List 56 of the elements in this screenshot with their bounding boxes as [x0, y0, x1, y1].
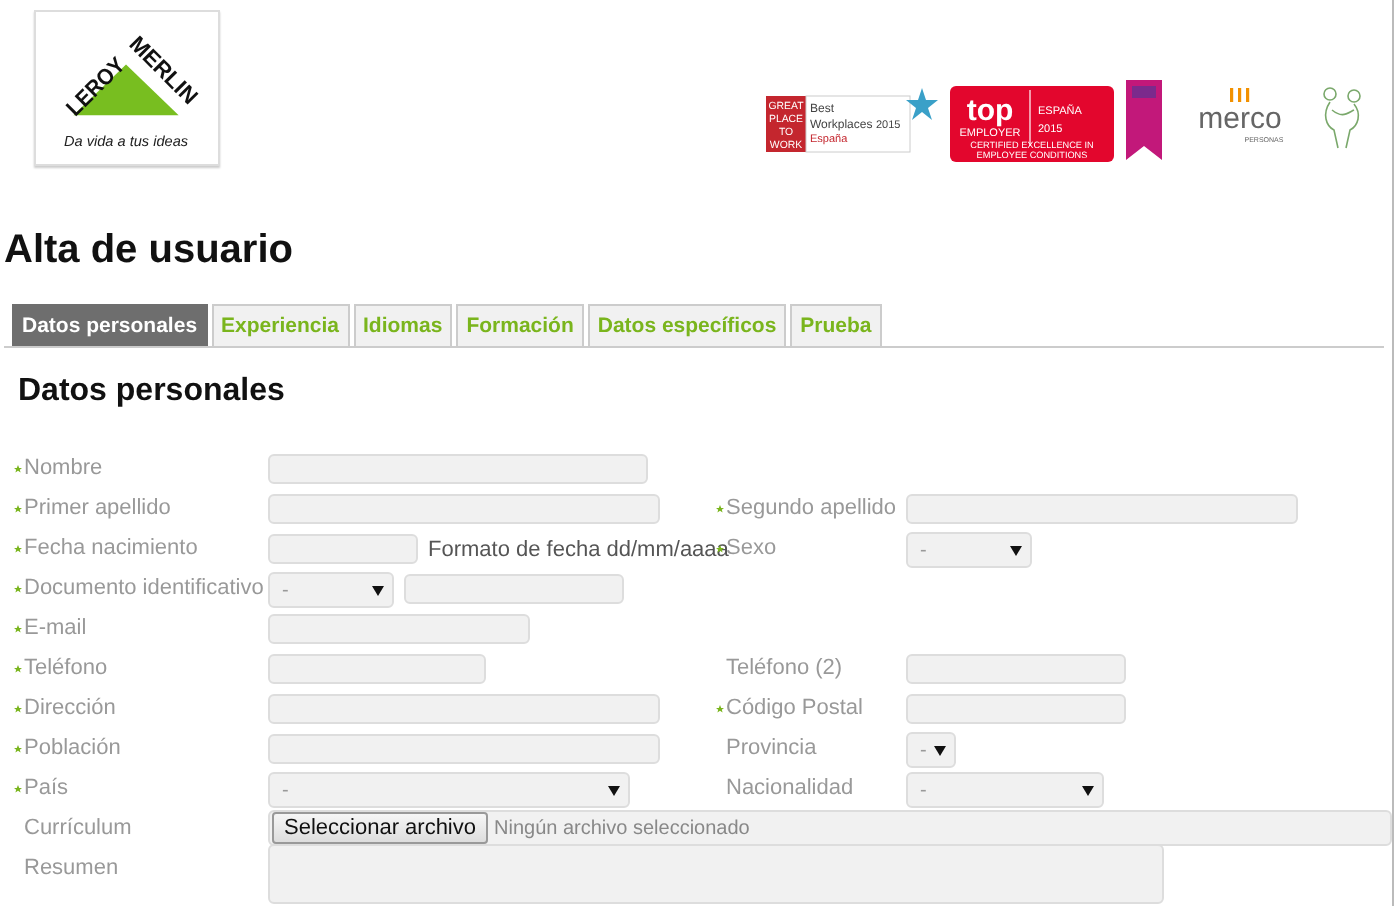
merco-name: merco — [1198, 102, 1282, 136]
field-label: Segundo apellido — [726, 496, 897, 520]
tab[interactable]: Idiomas — [353, 304, 453, 346]
field-label: Teléfono (2) — [726, 656, 843, 680]
caret-icon — [372, 584, 384, 596]
caret-icon — [1010, 544, 1022, 556]
date-format-hint: Formato de fecha dd/mm/aaaa — [428, 536, 729, 562]
field-label: Currículum — [24, 816, 132, 840]
caret-icon — [1082, 784, 1094, 796]
dropdown[interactable]: - — [268, 772, 630, 808]
caret-icon — [934, 744, 946, 756]
file-status: Ningún archivo seleccionado — [494, 817, 752, 839]
dropdown[interactable]: - — [906, 772, 1104, 808]
field-label: Documento identificativo — [24, 576, 264, 600]
tab[interactable]: Prueba — [790, 304, 882, 346]
ribbon-icon — [1126, 80, 1162, 160]
field-label: Resumen — [24, 856, 119, 880]
text-field[interactable] — [906, 694, 1126, 724]
field-label: Provincia — [726, 736, 817, 760]
section-title: Datos personales — [18, 374, 285, 410]
hug-figure-icon — [1318, 86, 1366, 150]
caret-icon — [608, 784, 620, 796]
dropdown[interactable]: - — [906, 732, 956, 768]
page-title: Alta de usuario — [4, 228, 293, 274]
field-label: Población — [24, 736, 121, 760]
text-field[interactable] — [906, 494, 1298, 524]
field-label: Nombre — [24, 456, 103, 480]
field-label: Teléfono — [24, 656, 108, 680]
field-label: Dirección — [24, 696, 116, 720]
field-label: País — [24, 776, 69, 800]
file-field[interactable]: Seleccionar archivo Ningún archivo seleccionado — [268, 810, 1392, 846]
text-area[interactable] — [268, 844, 1164, 904]
text-field[interactable] — [268, 654, 486, 684]
text-field[interactable] — [906, 654, 1126, 684]
field-label: Primer apellido — [24, 496, 171, 520]
tab[interactable]: Datos personales — [12, 304, 208, 346]
badge-brand: top — [966, 94, 1014, 128]
dropdown[interactable]: - — [268, 572, 394, 608]
dropdown[interactable]: - — [906, 532, 1032, 568]
star-icon — [906, 88, 938, 120]
field-label: E-mail — [24, 616, 87, 640]
date-field[interactable] — [268, 534, 418, 564]
text-field[interactable] — [268, 614, 530, 644]
field-label: Código Postal — [726, 696, 863, 720]
text-field[interactable] — [268, 494, 660, 524]
text-field[interactable] — [268, 694, 660, 724]
choose-file-button[interactable]: Seleccionar archivo — [272, 812, 488, 844]
text-field[interactable] — [268, 734, 660, 764]
text-field[interactable] — [404, 574, 624, 604]
tab[interactable]: Datos específicos — [587, 304, 787, 346]
field-label: Fecha nacimiento — [24, 536, 198, 560]
text-field[interactable] — [268, 454, 648, 484]
field-label: Sexo — [726, 536, 777, 560]
tab[interactable]: Formación — [456, 304, 584, 346]
tab[interactable]: Experiencia — [211, 304, 349, 346]
field-label: Nacionalidad — [726, 776, 854, 800]
